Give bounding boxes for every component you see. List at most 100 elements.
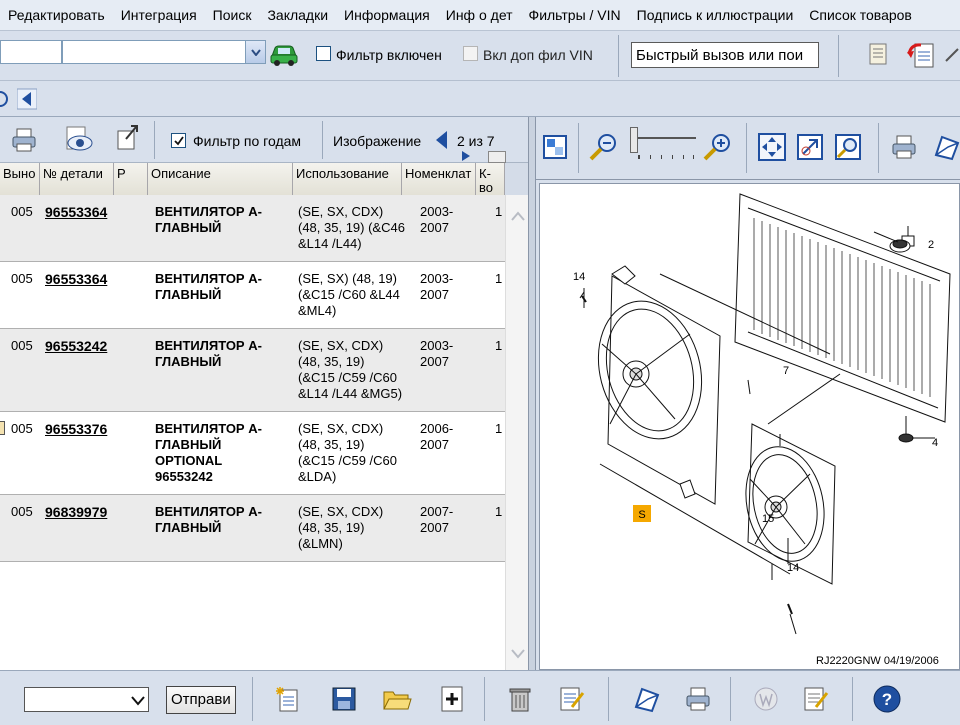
back-arrow-icon[interactable]: [16, 87, 38, 111]
trash-icon[interactable]: [504, 683, 536, 715]
callout-cell: 005: [11, 421, 33, 436]
part-number-link[interactable]: 96553376: [45, 421, 115, 437]
description-line: ГЛАВНЫЙ: [155, 220, 222, 235]
menu-item[interactable]: Редактировать: [0, 0, 113, 31]
filter-enabled-checkbox[interactable]: [316, 46, 331, 61]
send-illustration-icon[interactable]: [932, 131, 960, 163]
part-number-link[interactable]: 96553364: [45, 271, 115, 287]
chevron-down-icon[interactable]: [131, 694, 145, 709]
menu-item[interactable]: Фильтры / VIN: [521, 0, 629, 31]
print-list-icon[interactable]: [682, 683, 714, 715]
illustration-footer: RJ2220GNW 04/19/2006: [816, 655, 939, 667]
illustration-toolbar: [536, 117, 960, 180]
help-icon[interactable]: ?: [870, 683, 904, 715]
column-header-r[interactable]: Р: [114, 163, 148, 195]
table-row[interactable]: 005 96553242 ВЕНТИЛЯТОР А- ГЛАВНЫЙ (SE, SX, …: [0, 329, 505, 412]
parts-illustration[interactable]: S 2 4 7 14 15 14 RJ2220GNW 04/19/2006: [539, 183, 960, 670]
zoom-slider-thumb[interactable]: [630, 127, 638, 153]
menu-item[interactable]: Информация: [336, 0, 438, 31]
table-row[interactable]: 005 96553364 ВЕНТИЛЯТОР А- ГЛАВНЫЙ (SE, SX, …: [0, 195, 505, 262]
year-filter-checkbox[interactable]: [171, 133, 186, 148]
table-row[interactable]: 005 96839979 ВЕНТИЛЯТОР А- ГЛАВНЫЙ (SE, SX, …: [0, 495, 505, 562]
menu-item[interactable]: Подпись к иллюстрации: [629, 0, 802, 31]
edit-list-icon[interactable]: [556, 683, 588, 715]
zoom-area-icon[interactable]: [794, 131, 826, 163]
part-number-link[interactable]: 96553242: [45, 338, 115, 354]
scroll-up-arrow-icon[interactable]: [511, 209, 525, 224]
vin-filter-checkbox[interactable]: [463, 46, 478, 61]
send-button[interactable]: Отправи: [166, 686, 236, 714]
print-icon[interactable]: [8, 124, 40, 156]
notes-icon[interactable]: [862, 39, 894, 69]
save-icon[interactable]: [328, 683, 360, 715]
pane-splitter[interactable]: [528, 117, 536, 670]
menu-item[interactable]: Закладки: [259, 0, 336, 31]
years-line: 2003-: [420, 338, 454, 353]
print-illustration-icon[interactable]: [888, 131, 920, 163]
bottom-select[interactable]: [24, 687, 149, 712]
menu-item[interactable]: Инф о дет: [438, 0, 521, 31]
column-header-callout[interactable]: Выно: [0, 163, 40, 195]
zoom-out-icon[interactable]: [586, 131, 622, 163]
scroll-down-arrow-icon[interactable]: [511, 647, 525, 662]
open-folder-icon[interactable]: [380, 683, 414, 715]
export-icon[interactable]: [112, 122, 142, 154]
callout-14-top[interactable]: 14: [573, 271, 585, 283]
usage-line: (&C15 /C60 &L44: [298, 287, 400, 302]
return-document-icon[interactable]: [904, 39, 938, 71]
menu-item[interactable]: Список товаров: [801, 0, 920, 31]
usage-line: &L14 /L44): [298, 236, 362, 251]
illustration-pane: S 2 4 7 14 15 14 RJ2220GNW 04/19/2006: [536, 117, 960, 670]
part-number-link[interactable]: 96839979: [45, 504, 115, 520]
table-row[interactable]: 005 96553376 ВЕНТИЛЯТОР А- ГЛАВНЫЙ OPTIONAL 9…: [0, 412, 505, 495]
menu-item[interactable]: Интеграция: [113, 0, 205, 31]
callout-s[interactable]: S: [638, 509, 645, 521]
fan-radiator-diagram: S 2 4 7 14 15 14 RJ2220GNW 04/19/2006: [573, 193, 951, 667]
column-header-usage[interactable]: Использование: [293, 163, 402, 195]
column-header-part-number[interactable]: № детали: [40, 163, 114, 195]
years-line: 2006-: [420, 421, 454, 436]
callout-4[interactable]: 4: [932, 437, 938, 449]
table-row[interactable]: 005 96553364 ВЕНТИЛЯТОР А- ГЛАВНЫЙ (SE, SX) …: [0, 262, 505, 329]
vehicle-icon[interactable]: [268, 39, 300, 69]
send-mail-icon[interactable]: [630, 683, 662, 715]
note-icon[interactable]: [0, 421, 5, 435]
description-line: ГЛАВНЫЙ: [155, 354, 222, 369]
next-image-arrow-icon[interactable]: [460, 150, 472, 162]
menu-item[interactable]: Поиск: [205, 0, 260, 31]
column-header-quantity[interactable]: К-во: [476, 163, 505, 195]
new-document-icon[interactable]: [272, 683, 304, 715]
years-cell: 2003- 2007: [420, 338, 470, 370]
image-slider[interactable]: [488, 151, 506, 163]
chevron-down-icon[interactable]: [245, 41, 265, 63]
previous-image-arrow-icon[interactable]: [432, 129, 450, 151]
description-line: ВЕНТИЛЯТОР А-: [155, 271, 262, 286]
fit-to-window-icon[interactable]: [540, 131, 570, 163]
callout-7[interactable]: 7: [783, 365, 789, 377]
years-cell: 2007- 2007: [420, 504, 470, 536]
refresh-icon[interactable]: [0, 87, 8, 111]
callout-14-bottom[interactable]: 14: [787, 562, 799, 574]
usage-cell: (SE, SX, CDX) (48, 35, 19) (&C15 /C59 /C60…: [298, 338, 404, 402]
edit-order-icon[interactable]: [800, 683, 832, 715]
description-cell: ВЕНТИЛЯТОР А- ГЛАВНЫЙ: [155, 338, 290, 370]
quick-call-input[interactable]: Быстрый вызов или пои: [631, 42, 819, 68]
usage-line: (48, 35, 19): [298, 520, 365, 535]
part-number-link[interactable]: 96553364: [45, 204, 115, 220]
zoom-slider[interactable]: [630, 127, 698, 167]
catalog-combo-left[interactable]: [0, 40, 62, 64]
more-tools-icon[interactable]: [944, 39, 960, 69]
callout-15[interactable]: 15: [762, 513, 774, 525]
callout-2[interactable]: 2: [928, 239, 934, 251]
catalog-combo[interactable]: [62, 40, 266, 64]
zoom-in-icon[interactable]: [700, 131, 736, 163]
years-cell: 2006- 2007: [420, 421, 470, 453]
pan-icon[interactable]: [756, 131, 788, 163]
column-header-description[interactable]: Описание: [148, 163, 293, 195]
column-header-nomenclature[interactable]: Номенклат: [402, 163, 476, 195]
parts-grid-scrollbar[interactable]: [505, 195, 528, 670]
preview-icon[interactable]: [62, 124, 96, 156]
years-line: 2007: [420, 220, 449, 235]
add-item-icon[interactable]: [436, 683, 468, 715]
zoom-fit-icon[interactable]: [832, 131, 864, 163]
